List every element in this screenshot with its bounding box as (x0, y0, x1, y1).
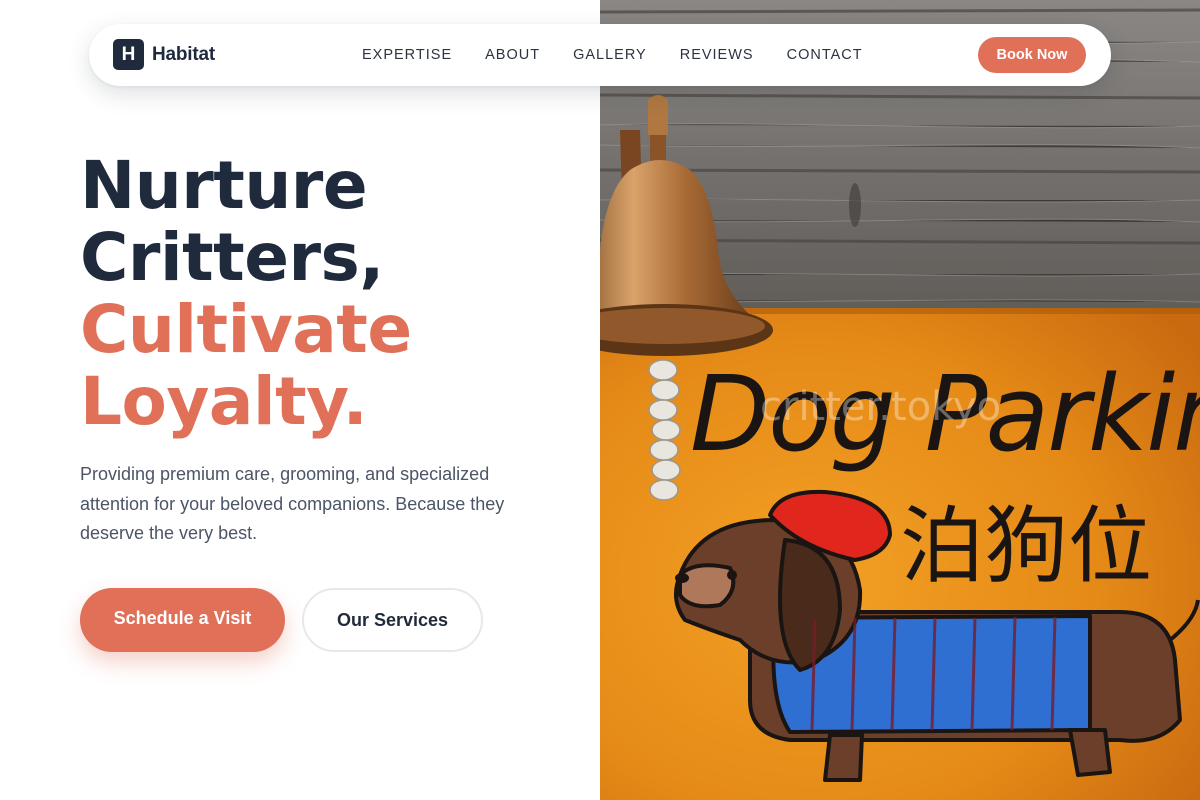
nav-menu: EXPERTISE ABOUT GALLERY REVIEWS CONTACT (362, 24, 896, 86)
sign-text-cjk: 泊狗位 (900, 497, 1152, 595)
headline-line-2: Critters, (80, 219, 384, 296)
headline-line-3: Cultivate (80, 291, 412, 368)
hero-headline: Nurture Critters, Cultivate Loyalty. (80, 150, 412, 438)
watermark: critter.tokyo (760, 384, 1001, 430)
nav-link-gallery[interactable]: GALLERY (573, 47, 647, 63)
headline-line-4: Loyalty. (80, 363, 368, 440)
headline-line-1: Nurture (80, 147, 368, 224)
nav-link-expertise[interactable]: EXPERTISE (362, 47, 452, 63)
nav-link-contact[interactable]: CONTACT (787, 47, 863, 63)
schedule-visit-button[interactable]: Schedule a Visit (80, 588, 285, 652)
brand-logo[interactable]: H Habitat (113, 39, 215, 70)
navbar: H Habitat EXPERTISE ABOUT GALLERY REVIEW… (89, 24, 1111, 86)
hero-photo: Dog Parking 泊狗位 critter.tokyo (600, 0, 1200, 800)
our-services-button[interactable]: Our Services (302, 588, 483, 652)
nav-link-reviews[interactable]: REVIEWS (680, 47, 754, 63)
hero-description: Providing premium care, grooming, and sp… (80, 464, 505, 543)
book-now-button[interactable]: Book Now (978, 37, 1086, 73)
brand-name: Habitat (152, 43, 215, 65)
logo-mark-icon: H (113, 39, 144, 70)
nav-link-about[interactable]: ABOUT (485, 47, 540, 63)
